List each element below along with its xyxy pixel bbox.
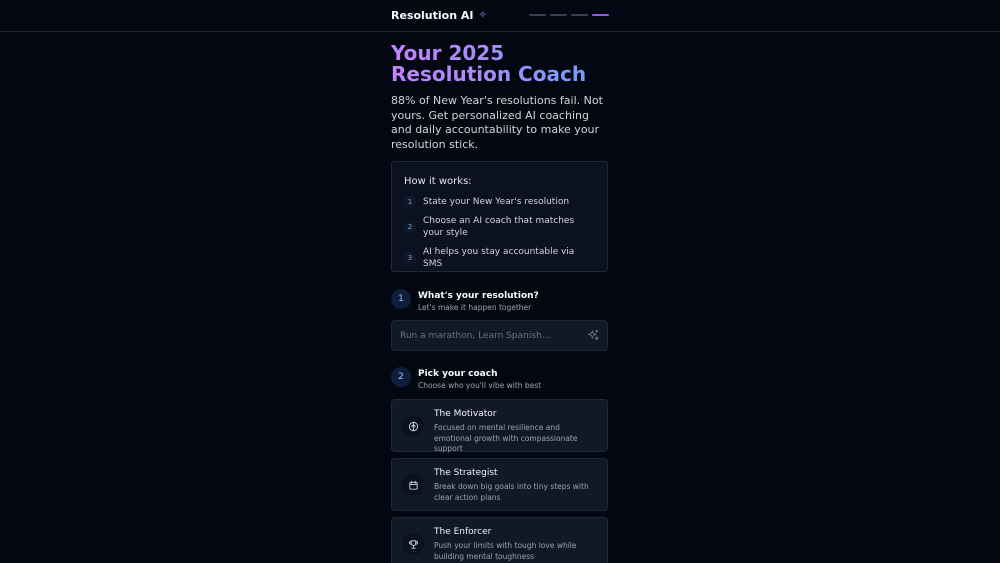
resolution-input-wrapper: [391, 320, 608, 351]
title-line-2: Resolution Coach: [391, 62, 587, 86]
coach-card-enforcer[interactable]: The Enforcer Push your limits with tough…: [391, 517, 608, 563]
title-line-1: Your 2025: [391, 41, 505, 65]
resolution-input[interactable]: [392, 321, 607, 350]
step-number: 2: [404, 221, 416, 233]
resolution-section-header: 1 What's your resolution? Let's make it …: [391, 289, 608, 313]
how-it-works-item: 2 Choose an AI coach that matches your s…: [404, 215, 595, 240]
coach-title: The Strategist: [434, 468, 498, 478]
how-it-works-text: Choose an AI coach that matches your sty…: [423, 215, 575, 239]
section-subtitle: Choose who you'll vibe with best: [418, 381, 542, 390]
brand[interactable]: Resolution AI ✧: [391, 9, 487, 22]
coach-card-motivator[interactable]: The Motivator Focused on mental resilien…: [391, 399, 608, 453]
coach-title: The Enforcer: [434, 527, 492, 537]
progress-step-active: [592, 14, 609, 16]
progress-step: [529, 14, 546, 16]
hero-subtitle: 88% of New Year's resolutions fail. Not …: [391, 94, 603, 151]
how-it-works-card: How it works: 1 State your New Year's re…: [391, 161, 608, 272]
how-it-works-item: 3 AI helps you stay accountable via SMS: [404, 246, 595, 271]
progress-steps: [529, 14, 609, 16]
sparkle-icon: ✧: [478, 10, 487, 21]
progress-step: [571, 14, 588, 16]
brain-icon: [402, 415, 424, 437]
coach-title: The Motivator: [434, 409, 497, 419]
how-it-works-title: How it works:: [404, 176, 472, 187]
page-title: Your 2025 Resolution Coach: [391, 43, 608, 85]
section-number: 2: [391, 367, 411, 387]
sparkles-icon: [588, 329, 599, 341]
trophy-icon: [402, 533, 424, 555]
section-number: 1: [391, 289, 411, 309]
section-subtitle: Let's make it happen together: [418, 303, 532, 312]
step-number: 1: [404, 196, 416, 209]
progress-step: [550, 14, 567, 16]
how-it-works-text: AI helps you stay accountable via SMS: [423, 246, 575, 270]
top-bar: Resolution AI ✧: [0, 0, 1000, 32]
section-title: What's your resolution?: [418, 291, 539, 301]
coach-description: Break down big goals into tiny steps wit…: [434, 482, 589, 502]
step-number: 3: [404, 252, 416, 264]
coach-section-header: 2 Pick your coach Choose who you'll vibe…: [391, 367, 608, 391]
brand-name: Resolution AI: [391, 9, 474, 22]
coach-description: Push your limits with tough love while b…: [434, 541, 577, 561]
section-title: Pick your coach: [418, 369, 498, 379]
how-it-works-text: State your New Year's resolution: [423, 197, 570, 207]
coach-card-strategist[interactable]: The Strategist Break down big goals into…: [391, 458, 608, 511]
calendar-icon: [402, 474, 424, 496]
coach-description: Focused on mental resilience and emotion…: [434, 423, 578, 453]
how-it-works-item: 1 State your New Year's resolution: [404, 196, 595, 209]
